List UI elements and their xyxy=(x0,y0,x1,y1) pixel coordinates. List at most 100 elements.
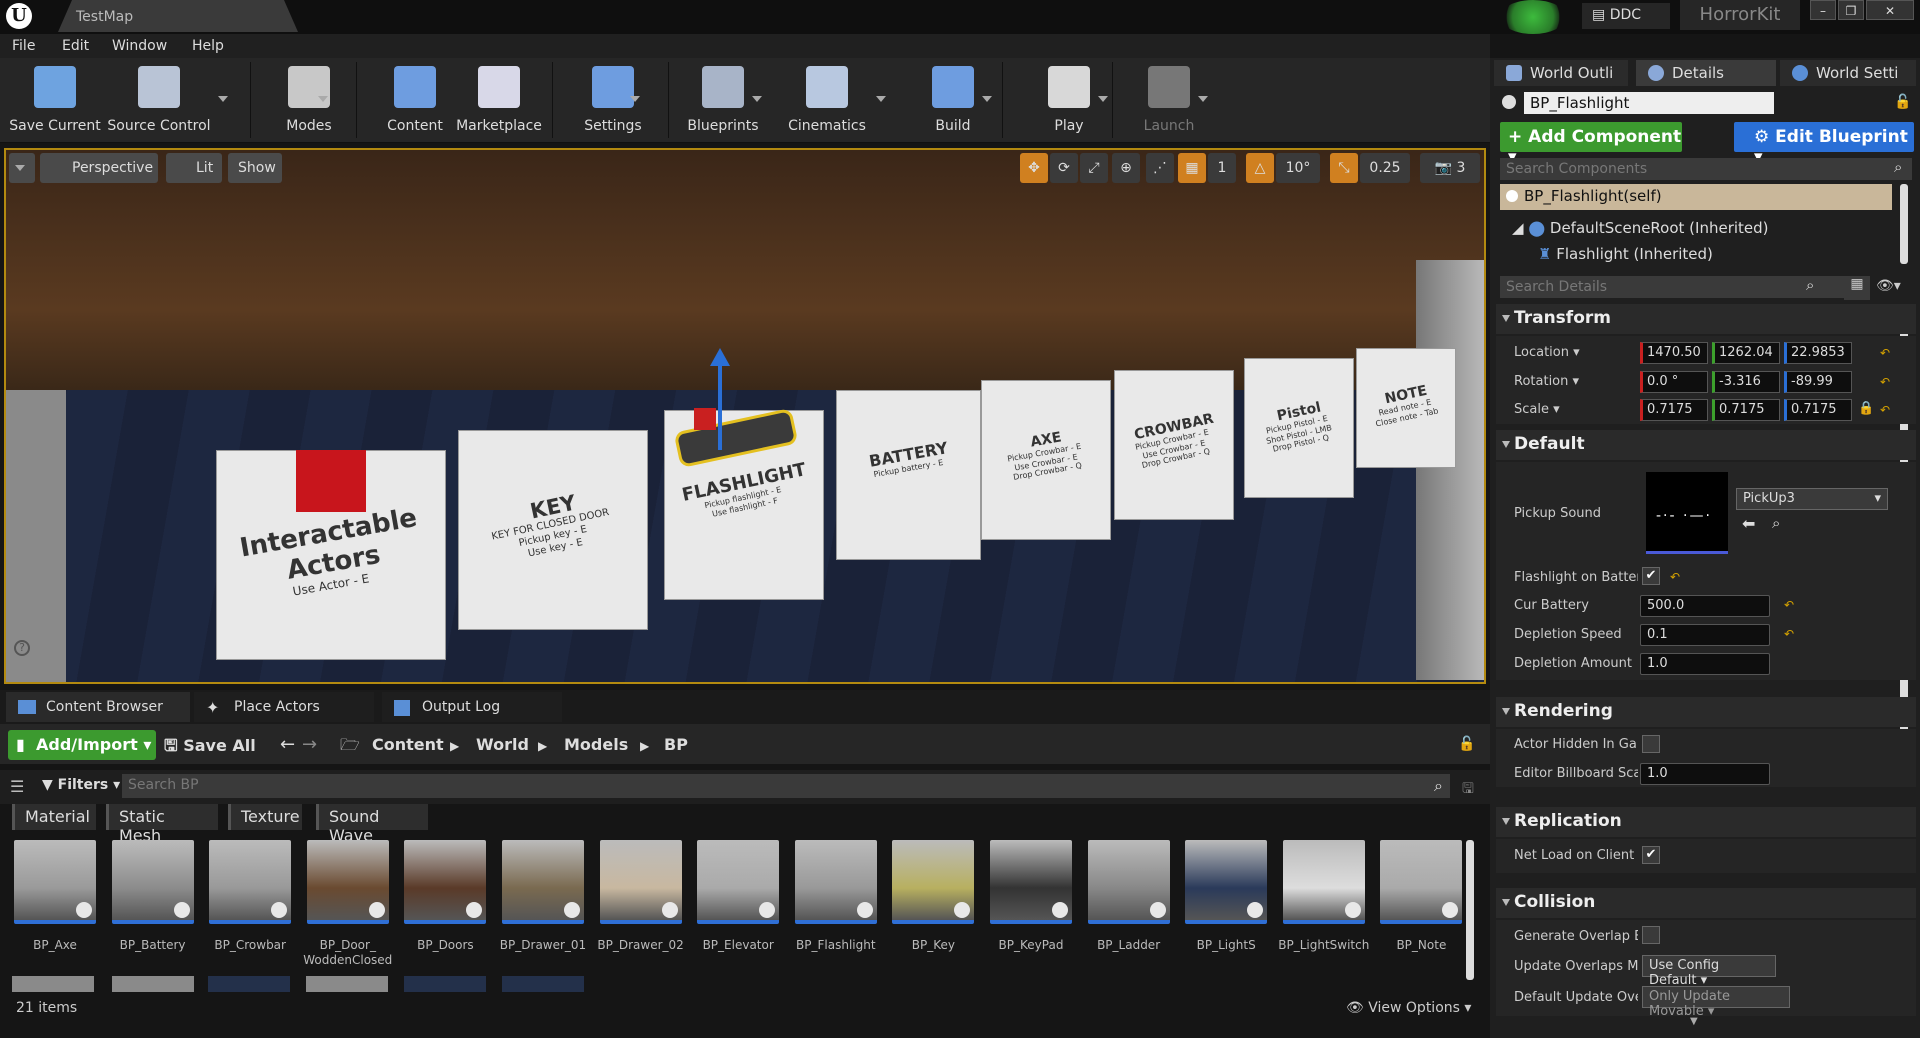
red-cube-mesh[interactable] xyxy=(296,450,366,512)
scale-y-field[interactable]: 0.7175 xyxy=(1712,399,1780,421)
close-button[interactable]: ✕ xyxy=(1866,0,1914,20)
rotation-snap-value[interactable]: 10° xyxy=(1276,153,1320,183)
breadcrumb-world[interactable]: World xyxy=(476,735,529,754)
asset-tile[interactable] xyxy=(306,840,389,924)
location-x-field[interactable]: 1470.50 xyxy=(1640,342,1708,364)
asset-tile[interactable] xyxy=(502,976,584,992)
breadcrumb-separator-icon[interactable]: ▶ xyxy=(640,739,649,753)
grid-snap-icon[interactable]: ▦ xyxy=(1178,153,1206,183)
edit-blueprint-button[interactable]: ⚙ Edit Blueprint ▾ xyxy=(1734,122,1914,167)
breadcrumb-content[interactable]: Content xyxy=(372,735,444,754)
reset-depletion-speed-icon[interactable]: ↶ xyxy=(1784,627,1794,641)
viewport-options-button[interactable] xyxy=(9,153,35,183)
show-button[interactable]: Show xyxy=(228,153,282,183)
viewport-help-icon[interactable]: ? xyxy=(14,640,30,656)
depletion-speed-field[interactable]: 0.1 xyxy=(1640,624,1770,646)
scale-snap-value[interactable]: 0.25 xyxy=(1360,153,1410,183)
save-search-icon[interactable]: 🖫 xyxy=(1462,778,1474,802)
maximize-button[interactable]: ❐ xyxy=(1838,0,1864,20)
use-selected-arrow-icon[interactable]: ⬅ xyxy=(1742,514,1755,533)
menu-file[interactable]: File xyxy=(12,38,35,54)
asset-tile[interactable] xyxy=(14,840,96,924)
scale-label[interactable]: Scale ▾ xyxy=(1514,402,1560,417)
save-all-button[interactable]: 🖫 Save All xyxy=(164,730,256,762)
grid-snap-value[interactable]: 1 xyxy=(1208,153,1236,183)
sound-thumbnail[interactable]: -·- ·—· xyxy=(1646,472,1728,554)
search-icon[interactable]: ⌕ xyxy=(1894,158,1902,176)
dropdown-caret-icon[interactable] xyxy=(218,96,228,102)
section-rendering[interactable]: Rendering xyxy=(1496,697,1916,727)
breadcrumb-bp[interactable]: BP xyxy=(664,735,688,754)
search-bp-input[interactable]: Search BP xyxy=(122,774,1450,798)
property-matrix-icon[interactable]: ▦ xyxy=(1844,276,1870,300)
pickup-sound-dropdown[interactable]: PickUp3 ▾ xyxy=(1736,488,1888,510)
scale-x-field[interactable]: 0.7175 xyxy=(1640,399,1708,421)
scale-snap-icon[interactable]: ⤡ xyxy=(1330,153,1358,183)
level-viewport[interactable]: Interactable Actors Use Actor - E KEY KEY F… xyxy=(4,148,1486,684)
rotation-y-field[interactable]: -3.316 xyxy=(1712,371,1780,393)
rotation-label[interactable]: Rotation ▾ xyxy=(1514,374,1579,389)
lock-icon[interactable]: 🔓 xyxy=(1458,736,1475,752)
asset-tile[interactable] xyxy=(502,840,584,924)
dropdown-caret-icon[interactable] xyxy=(752,96,762,102)
section-replication[interactable]: Replication xyxy=(1496,807,1916,837)
surface-snap-icon[interactable]: ⋰ xyxy=(1146,153,1174,183)
tutorial-box[interactable]: KEY KEY FOR CLOSED DOOR Pickup key - E Us… xyxy=(458,430,648,630)
tab-world-outliner[interactable]: World Outli xyxy=(1494,60,1628,86)
menu-window[interactable]: Window xyxy=(112,38,167,54)
rotate-mode-icon[interactable]: ⟳ xyxy=(1050,153,1078,183)
filters-button[interactable]: ▼ Filters ▾ xyxy=(42,777,120,793)
tutorial-box[interactable]: AXE Pickup Crowbar - E Use Crowbar - E Dr… xyxy=(981,380,1111,540)
asset-tile[interactable] xyxy=(599,840,682,924)
menu-edit[interactable]: Edit xyxy=(62,38,89,54)
view-options-button[interactable]: 👁 View Options ▾ xyxy=(1346,1000,1471,1016)
default-update-dropdown[interactable]: Only Update Movable ▾ xyxy=(1642,986,1790,1019)
minimize-button[interactable]: – xyxy=(1810,0,1836,20)
forward-arrow-icon[interactable]: → xyxy=(302,734,317,755)
dropdown-caret-icon[interactable] xyxy=(630,96,640,102)
gizmo-x-handle[interactable] xyxy=(694,408,716,430)
toolbar-modes-button[interactable]: Modes xyxy=(262,62,356,138)
scale-lock-icon[interactable]: 🔒 xyxy=(1858,401,1874,416)
generate-overlap-checkbox[interactable] xyxy=(1642,926,1660,944)
actor-name-field[interactable]: BP_Flashlight xyxy=(1524,92,1774,114)
actor-hidden-checkbox[interactable] xyxy=(1642,735,1660,753)
location-z-field[interactable]: 22.9853 xyxy=(1784,342,1852,364)
lit-button[interactable]: Lit xyxy=(166,153,222,183)
location-label[interactable]: Location ▾ xyxy=(1514,345,1580,360)
search-icon[interactable]: ⌕ xyxy=(1434,776,1443,796)
asset-tile[interactable] xyxy=(306,976,388,992)
asset-tile[interactable] xyxy=(1087,840,1170,924)
asset-tile[interactable] xyxy=(794,840,877,924)
section-default[interactable]: Default xyxy=(1496,430,1916,460)
menu-help[interactable]: Help xyxy=(192,38,224,54)
reset-scale-icon[interactable]: ↶ xyxy=(1880,403,1890,417)
components-scrollbar[interactable] xyxy=(1900,184,1908,264)
perspective-button[interactable]: Perspective xyxy=(40,153,158,183)
content-scrollbar[interactable] xyxy=(1466,840,1474,980)
asset-tile[interactable] xyxy=(208,976,290,992)
dropdown-caret-icon[interactable] xyxy=(982,96,992,102)
net-load-checkbox[interactable]: ✔ xyxy=(1642,846,1660,864)
component-flashlight-row[interactable]: ♜ Flashlight (Inherited) xyxy=(1538,245,1713,263)
section-transform[interactable]: Transform xyxy=(1496,304,1916,334)
scale-z-field[interactable]: 0.7175 xyxy=(1784,399,1852,421)
breadcrumb-models[interactable]: Models xyxy=(564,735,628,754)
breadcrumb-separator-icon[interactable]: ▶ xyxy=(538,739,547,753)
tab-world-settings[interactable]: World Setti xyxy=(1780,60,1916,86)
toolbar-source-control-button[interactable]: Source Control xyxy=(107,62,211,138)
map-tab[interactable]: TestMap xyxy=(58,0,298,32)
asset-tile[interactable] xyxy=(112,976,194,992)
back-arrow-icon[interactable]: ← xyxy=(280,734,295,755)
scale-mode-icon[interactable]: ⤢ xyxy=(1080,153,1108,183)
source-control-status-icon[interactable] xyxy=(1500,0,1566,34)
reset-flashlight-on-icon[interactable]: ↶ xyxy=(1670,570,1680,584)
depletion-amount-field[interactable]: 1.0 xyxy=(1640,653,1770,675)
advanced-expand-icon[interactable]: ▼ xyxy=(1690,1016,1698,1027)
tab-output-log[interactable]: Output Log xyxy=(382,692,562,722)
location-y-field[interactable]: 1262.04 xyxy=(1712,342,1780,364)
toolbar-settings-button[interactable]: Settings xyxy=(566,62,660,138)
tutorial-box[interactable]: CROWBAR Pickup Crowbar - E Use Crowbar - … xyxy=(1114,370,1234,520)
asset-tile[interactable] xyxy=(1185,840,1268,924)
asset-tile[interactable] xyxy=(1380,840,1463,924)
